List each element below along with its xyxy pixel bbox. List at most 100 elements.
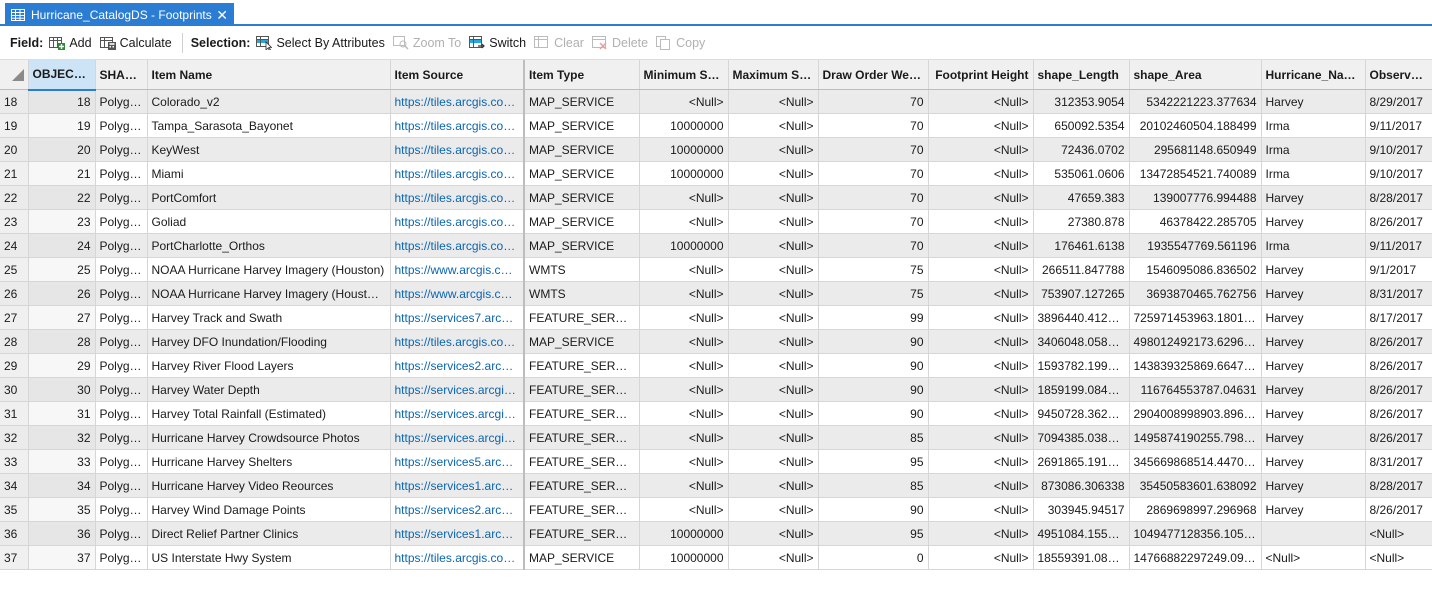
cell-item-source[interactable]: https://tiles.arcgis.com/t: [390, 89, 525, 114]
cell-draw-order-weight[interactable]: 90: [818, 329, 929, 354]
cell-hurricane-name[interactable]: Harvey: [1261, 89, 1366, 114]
cell-shape-length[interactable]: 1859199.084051: [1033, 377, 1130, 402]
cell-observ-date[interactable]: 8/31/2017: [1365, 449, 1432, 474]
cell-hurricane-name[interactable]: Harvey: [1261, 377, 1366, 402]
cell-shape-length[interactable]: 2691865.191676: [1033, 449, 1130, 474]
cell-observ-date[interactable]: 9/1/2017: [1365, 257, 1432, 282]
cell-item-type[interactable]: FEATURE_SERVICE: [524, 353, 640, 378]
column-header-minimum-scale[interactable]: Minimum Scale: [639, 60, 729, 90]
cell-draw-order-weight[interactable]: 85: [818, 425, 929, 450]
cell-objectid[interactable]: 28: [28, 329, 96, 354]
cell-item-type[interactable]: FEATURE_SERVICE: [524, 497, 640, 522]
cell-shape[interactable]: Polygon: [95, 137, 148, 162]
select-all-corner[interactable]: [0, 60, 29, 90]
cell-objectid[interactable]: 21: [28, 161, 96, 186]
cell-maximum-scale[interactable]: <Null>: [728, 401, 819, 426]
cell-observ-date[interactable]: 8/26/2017: [1365, 425, 1432, 450]
row-header[interactable]: 19: [0, 113, 29, 138]
table-row[interactable]: 34 34 Polygon Hurricane Harvey Video Reourc…: [0, 473, 1432, 498]
cell-footprint-height[interactable]: <Null>: [928, 545, 1034, 570]
cell-footprint-height[interactable]: <Null>: [928, 89, 1034, 114]
tab-footprints[interactable]: Hurricane_CatalogDS - Footprints ✕: [5, 3, 234, 26]
cell-shape-area[interactable]: 5342221223.377634: [1129, 89, 1262, 114]
cell-objectid[interactable]: 31: [28, 401, 96, 426]
cell-objectid[interactable]: 30: [28, 377, 96, 402]
cell-draw-order-weight[interactable]: 85: [818, 473, 929, 498]
cell-observ-date[interactable]: 8/26/2017: [1365, 401, 1432, 426]
cell-item-type[interactable]: MAP_SERVICE: [524, 233, 640, 258]
cell-item-type[interactable]: MAP_SERVICE: [524, 329, 640, 354]
cell-draw-order-weight[interactable]: 90: [818, 497, 929, 522]
cell-shape-length[interactable]: 72436.0702: [1033, 137, 1130, 162]
table-row[interactable]: 21 21 Polygon Miami https://tiles.arcgis.com…: [0, 161, 1432, 186]
column-header-footprint-height[interactable]: Footprint Height: [928, 60, 1034, 90]
cell-shape-area[interactable]: 20102460504.188499: [1129, 113, 1262, 138]
cell-maximum-scale[interactable]: <Null>: [728, 209, 819, 234]
cell-shape-area[interactable]: 295681148.650949: [1129, 137, 1262, 162]
column-header-maximum-scale[interactable]: Maximum Scale: [728, 60, 819, 90]
row-header[interactable]: 30: [0, 377, 29, 402]
cell-item-name[interactable]: PortComfort: [147, 185, 391, 210]
cell-shape-area[interactable]: 139007776.994488: [1129, 185, 1262, 210]
cell-draw-order-weight[interactable]: 70: [818, 161, 929, 186]
cell-observ-date[interactable]: 8/28/2017: [1365, 185, 1432, 210]
table-row[interactable]: 31 31 Polygon Harvey Total Rainfall (Estima…: [0, 401, 1432, 426]
table-row[interactable]: 33 33 Polygon Hurricane Harvey Shelters http…: [0, 449, 1432, 474]
cell-item-type[interactable]: MAP_SERVICE: [524, 209, 640, 234]
cell-objectid[interactable]: 34: [28, 473, 96, 498]
cell-objectid[interactable]: 35: [28, 497, 96, 522]
row-header[interactable]: 31: [0, 401, 29, 426]
cell-shape-area[interactable]: 2869698997.296968: [1129, 497, 1262, 522]
cell-item-type[interactable]: FEATURE_SERVICE: [524, 305, 640, 330]
table-row[interactable]: 20 20 Polygon KeyWest https://tiles.arcgis.c…: [0, 137, 1432, 162]
cell-observ-date[interactable]: 8/26/2017: [1365, 377, 1432, 402]
cell-hurricane-name[interactable]: Harvey: [1261, 257, 1366, 282]
cell-objectid[interactable]: 36: [28, 521, 96, 546]
cell-observ-date[interactable]: 8/26/2017: [1365, 497, 1432, 522]
cell-item-name[interactable]: NOAA Hurricane Harvey Imagery (Houston): [147, 257, 391, 282]
cell-draw-order-weight[interactable]: 70: [818, 209, 929, 234]
cell-observ-date[interactable]: 8/29/2017: [1365, 89, 1432, 114]
cell-maximum-scale[interactable]: <Null>: [728, 137, 819, 162]
cell-item-source[interactable]: https://services2.arcgis.c: [390, 353, 525, 378]
cell-shape[interactable]: Polygon: [95, 89, 148, 114]
cell-hurricane-name[interactable]: Harvey: [1261, 305, 1366, 330]
cell-draw-order-weight[interactable]: 90: [818, 377, 929, 402]
cell-minimum-scale[interactable]: <Null>: [639, 329, 729, 354]
table-row[interactable]: 18 18 Polygon Colorado_v2 https://tiles.arcg…: [0, 89, 1432, 114]
cell-minimum-scale[interactable]: <Null>: [639, 425, 729, 450]
cell-shape-area[interactable]: 143839325869.664734: [1129, 353, 1262, 378]
cell-item-source[interactable]: https://www.arcgis.com/: [390, 281, 525, 306]
cell-shape-area[interactable]: 1935547769.561196: [1129, 233, 1262, 258]
cell-minimum-scale[interactable]: <Null>: [639, 377, 729, 402]
cell-objectid[interactable]: 18: [28, 89, 96, 114]
cell-shape[interactable]: Polygon: [95, 281, 148, 306]
cell-minimum-scale[interactable]: <Null>: [639, 305, 729, 330]
cell-shape[interactable]: Polygon: [95, 233, 148, 258]
cell-item-source[interactable]: https://tiles.arcgis.com/t: [390, 161, 525, 186]
cell-maximum-scale[interactable]: <Null>: [728, 449, 819, 474]
select-by-attributes-button[interactable]: Select By Attributes: [256, 35, 385, 50]
cell-draw-order-weight[interactable]: 95: [818, 521, 929, 546]
cell-objectid[interactable]: 32: [28, 425, 96, 450]
cell-footprint-height[interactable]: <Null>: [928, 449, 1034, 474]
cell-item-source[interactable]: https://tiles.arcgis.com/t: [390, 185, 525, 210]
table-row[interactable]: 25 25 Polygon NOAA Hurricane Harvey Imagery…: [0, 257, 1432, 282]
cell-item-name[interactable]: Direct Relief Partner Clinics: [147, 521, 391, 546]
cell-footprint-height[interactable]: <Null>: [928, 473, 1034, 498]
cell-item-type[interactable]: FEATURE_SERVICE: [524, 401, 640, 426]
row-header[interactable]: 37: [0, 545, 29, 570]
cell-item-type[interactable]: MAP_SERVICE: [524, 89, 640, 114]
cell-draw-order-weight[interactable]: 90: [818, 401, 929, 426]
cell-maximum-scale[interactable]: <Null>: [728, 161, 819, 186]
cell-shape-length[interactable]: 1593782.199986: [1033, 353, 1130, 378]
cell-footprint-height[interactable]: <Null>: [928, 305, 1034, 330]
cell-draw-order-weight[interactable]: 70: [818, 137, 929, 162]
cell-minimum-scale[interactable]: <Null>: [639, 185, 729, 210]
cell-objectid[interactable]: 33: [28, 449, 96, 474]
cell-item-source[interactable]: https://services7.arcgis.c: [390, 305, 525, 330]
add-field-button[interactable]: Add: [49, 36, 92, 50]
cell-hurricane-name[interactable]: Irma: [1261, 137, 1366, 162]
row-header[interactable]: 18: [0, 89, 29, 114]
cell-objectid[interactable]: 29: [28, 353, 96, 378]
